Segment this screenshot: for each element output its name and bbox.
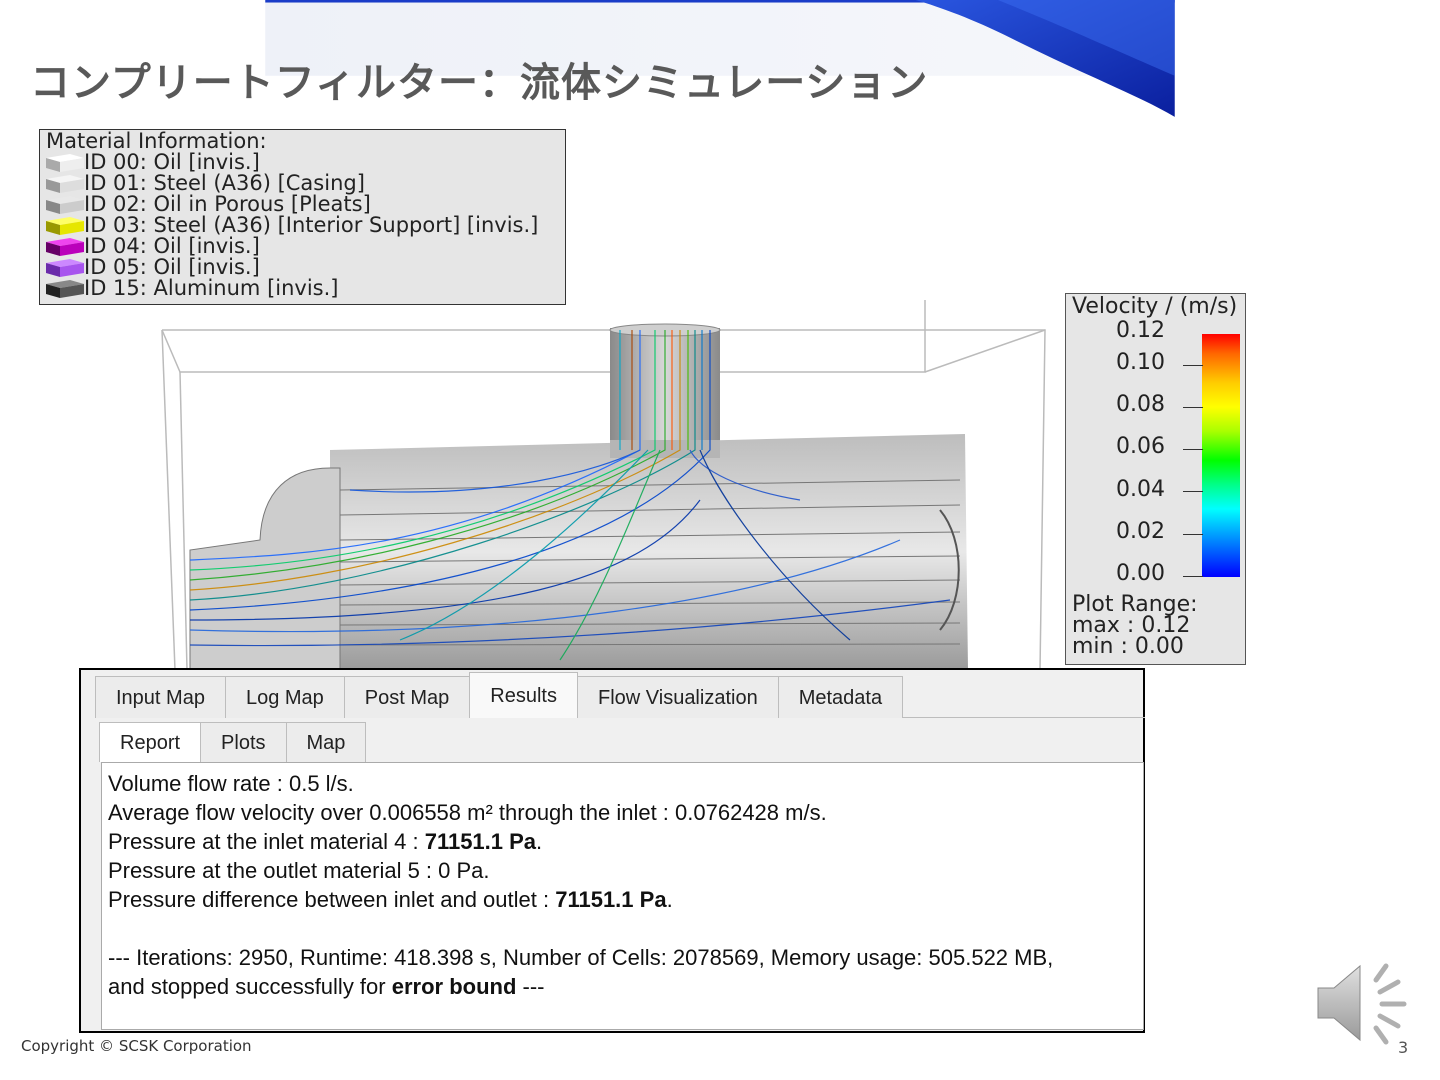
stopped-reason: error bound xyxy=(391,974,517,999)
sub-tab-bar: Report Plots Map xyxy=(99,722,367,762)
material-legend: Material Information: ID 00: Oil [invis.… xyxy=(39,129,566,305)
plot-range: Plot Range: max : 0.12 min : 0.00 xyxy=(1072,592,1198,659)
report-stop-condition: and stopped successfully for error bound… xyxy=(108,972,1143,1001)
velocity-tick-label: 0.12 xyxy=(1116,318,1165,343)
material-swatch-00 xyxy=(46,152,84,173)
material-legend-item: ID 04: Oil [invis.] xyxy=(46,236,565,257)
material-label: ID 01: Steel (A36) [Casing] xyxy=(84,171,365,195)
material-legend-item: ID 05: Oil [invis.] xyxy=(46,257,565,278)
material-label: ID 03: Steel (A36) [Interior Support] [i… xyxy=(84,213,539,237)
copyright: Copyright © SCSK Corporation xyxy=(21,1037,252,1055)
velocity-tick-label: 0.04 xyxy=(1116,477,1165,502)
logo-text: SCSK xyxy=(1268,31,1384,80)
velocity-legend-title: Velocity / (m/s) xyxy=(1072,294,1238,319)
report-outlet-pressure: Pressure at the outlet material 5 : 0 Pa… xyxy=(108,858,490,883)
slide-title: コンプリートフィルター：流体シミュレーション xyxy=(30,60,929,106)
material-label: ID 05: Oil [invis.] xyxy=(84,255,260,279)
tab-plots[interactable]: Plots xyxy=(200,722,287,762)
period: . xyxy=(666,887,673,912)
velocity-tick-line xyxy=(1183,491,1203,492)
velocity-tick-label: 0.06 xyxy=(1116,434,1165,459)
plot-range-min: min : 0.00 xyxy=(1072,634,1184,659)
velocity-tick-line xyxy=(1183,365,1203,366)
material-swatch-15 xyxy=(46,278,84,299)
material-legend-item: ID 00: Oil [invis.] xyxy=(46,152,565,173)
report-volume-flow: Volume flow rate : 0.5 l/s. xyxy=(108,771,354,796)
material-swatch-03 xyxy=(46,215,84,236)
material-swatch-05 xyxy=(46,257,84,278)
report-text-area[interactable]: Volume flow rate : 0.5 l/s. Average flow… xyxy=(101,762,1144,1030)
tab-map[interactable]: Map xyxy=(285,722,367,762)
tab-results[interactable]: Results xyxy=(469,672,578,718)
velocity-legend: Velocity / (m/s) 0.12 0.10 0.08 0.06 0.0… xyxy=(1065,293,1246,665)
material-label: ID 02: Oil in Porous [Pleats] xyxy=(84,192,371,216)
pressure-diff-value: 71151.1 Pa xyxy=(555,887,667,912)
stopped-prefix: and stopped successfully for xyxy=(108,974,392,999)
material-legend-item: ID 03: Steel (A36) [Interior Support] [i… xyxy=(46,215,565,236)
report-pressure-difference: Pressure difference between inlet and ou… xyxy=(108,885,1143,914)
main-tab-bar: Input Map Log Map Post Map Results Flow … xyxy=(95,672,904,718)
logo-tagline: 夢ある未来を、共に創る。 xyxy=(1268,84,1388,95)
pressure-diff-prefix: Pressure difference between inlet and ou… xyxy=(108,887,556,912)
tab-input-map[interactable]: Input Map xyxy=(95,676,226,718)
velocity-tick-label: 0.10 xyxy=(1116,350,1165,375)
material-legend-item: ID 02: Oil in Porous [Pleats] xyxy=(46,194,565,215)
velocity-tick-label: 0.02 xyxy=(1116,519,1165,544)
tab-metadata[interactable]: Metadata xyxy=(777,676,904,718)
material-swatch-01 xyxy=(46,173,84,194)
plot-range-max: max : 0.12 xyxy=(1072,613,1191,638)
material-legend-item: ID 15: Aluminum [invis.] xyxy=(46,278,565,299)
period: . xyxy=(536,829,543,854)
material-legend-item: ID 01: Steel (A36) [Casing] xyxy=(46,173,565,194)
velocity-color-bar xyxy=(1202,334,1240,577)
material-swatch-04 xyxy=(46,236,84,257)
inlet-pressure-value: 71151.1 Pa xyxy=(424,829,537,854)
velocity-tick-line xyxy=(1183,576,1203,577)
report-average-velocity: Average flow velocity over 0.006558 m² t… xyxy=(108,800,827,825)
plot-range-title: Plot Range: xyxy=(1072,592,1198,617)
material-label: ID 00: Oil [invis.] xyxy=(84,150,260,174)
tab-flow-visualization[interactable]: Flow Visualization xyxy=(576,676,779,718)
velocity-tick-line xyxy=(1183,534,1203,535)
report-blank-line xyxy=(108,914,1143,943)
speaker-icon[interactable] xyxy=(1314,958,1414,1048)
inlet-pressure-prefix: Pressure at the inlet material 4 : xyxy=(108,829,425,854)
report-inlet-pressure: Pressure at the inlet material 4 : 71151… xyxy=(108,827,1143,856)
tab-log-map[interactable]: Log Map xyxy=(224,676,345,718)
tab-report[interactable]: Report xyxy=(99,722,202,762)
velocity-tick-line xyxy=(1183,407,1203,408)
simulation-viewport[interactable] xyxy=(0,300,1060,670)
stopped-suffix: --- xyxy=(516,974,545,999)
material-label: ID 15: Aluminum [invis.] xyxy=(84,276,339,300)
material-swatch-02 xyxy=(46,194,84,215)
velocity-tick-label: 0.08 xyxy=(1116,392,1165,417)
scsk-logo: SCSK 夢ある未来を、共に創る。 xyxy=(1268,31,1408,96)
tab-post-map[interactable]: Post Map xyxy=(343,676,471,718)
material-label: ID 04: Oil [invis.] xyxy=(84,234,260,258)
report-iterations: --- Iterations: 2950, Runtime: 418.398 s… xyxy=(108,945,1054,970)
velocity-tick-line xyxy=(1183,449,1203,450)
results-panel: Input Map Log Map Post Map Results Flow … xyxy=(79,668,1145,1033)
velocity-tick-label: 0.00 xyxy=(1116,561,1165,586)
material-legend-title: Material Information: xyxy=(46,129,267,153)
